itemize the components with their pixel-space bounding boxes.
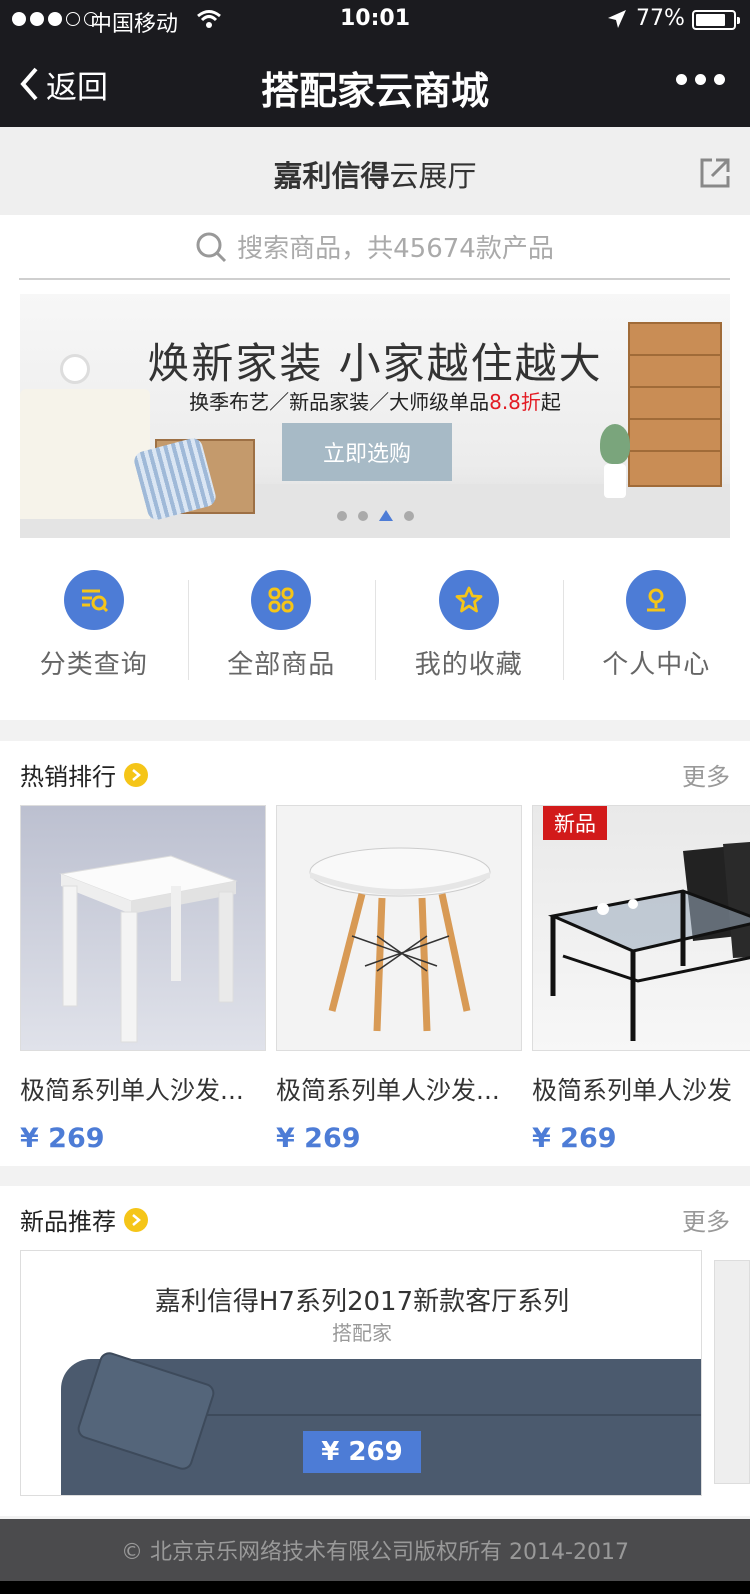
section-title: 新品推荐	[20, 1208, 116, 1236]
new-badge: 新品	[543, 806, 607, 840]
section-header: 热销排行	[20, 757, 148, 792]
page-title: 搭配家云商城	[260, 69, 489, 113]
product-price: ¥ 269	[20, 1123, 105, 1154]
search-input[interactable]: 搜索商品，共45674款产品	[19, 215, 730, 280]
battery-percent: 77%	[636, 6, 685, 31]
featured-product-price: ¥ 269	[303, 1431, 421, 1473]
chevron-right-icon[interactable]	[124, 762, 148, 787]
bottom-strip	[0, 1581, 750, 1594]
more-link[interactable]: 更多	[682, 1202, 730, 1237]
section-title: 热销排行	[20, 763, 116, 791]
share-icon[interactable]	[698, 156, 732, 190]
store-header: 嘉利信得云展厅	[0, 127, 750, 215]
banner-discount: 8.8折	[489, 390, 541, 414]
product-card[interactable]: 新品 极简系列单人沙发 ¥ 269	[532, 805, 750, 1154]
banner-plant-image	[600, 414, 630, 498]
product-image	[276, 805, 522, 1051]
quick-nav-profile[interactable]: 个人中心	[562, 570, 750, 688]
promo-banner[interactable]: 焕新家装 小家越住越大 换季布艺／新品家装／大师级单品8.8折起 立即选购	[20, 294, 730, 538]
product-image: 新品	[532, 805, 750, 1051]
user-icon	[626, 570, 687, 630]
section-header: 新品推荐	[20, 1202, 148, 1237]
quick-nav-label: 个人中心	[602, 650, 711, 680]
carousel-indicator	[20, 510, 730, 521]
grid-icon	[251, 570, 312, 630]
quick-nav-favorites[interactable]: 我的收藏	[375, 570, 563, 688]
banner-subtitle: 换季布艺／新品家装／大师级单品8.8折起	[20, 386, 730, 415]
quick-nav-label: 我的收藏	[414, 650, 523, 680]
product-name: 极简系列单人沙发...	[20, 1076, 244, 1105]
carousel-dot[interactable]	[403, 510, 414, 521]
product-price: ¥ 269	[532, 1123, 617, 1154]
quick-nav-label: 全部商品	[227, 650, 336, 680]
store-name: 嘉利信得云展厅	[0, 153, 750, 195]
top-bar: 中国移动 10:01 77% 返回 搭配家云商城	[0, 0, 750, 127]
product-card[interactable]: 极简系列单人沙发... ¥ 269	[276, 805, 522, 1154]
product-price: ¥ 269	[276, 1123, 361, 1154]
search-placeholder: 搜索商品，共45674款产品	[237, 234, 554, 264]
banner-subtitle-end: 起	[540, 390, 561, 414]
featured-product-card[interactable]: 嘉利信得H7系列2017新款客厅系列 搭配家 ¥ 269	[20, 1250, 702, 1496]
hot-products-section: 热销排行 更多 极简系列单人沙发... ¥ 269 极简系列单人沙发... ¥ …	[0, 741, 750, 1166]
footer-copyright: © 北京京乐网络技术有限公司版权所有 2014-2017	[0, 1519, 750, 1581]
search-icon	[196, 232, 227, 262]
store-name-suffix: 云展厅	[389, 159, 477, 193]
quick-nav-category[interactable]: 分类查询	[0, 570, 188, 688]
category-search-icon	[63, 570, 124, 630]
product-name: 极简系列单人沙发...	[276, 1076, 500, 1105]
product-name: 极简系列单人沙发	[532, 1076, 733, 1105]
chevron-right-icon[interactable]	[124, 1207, 148, 1232]
carousel-dot[interactable]	[357, 510, 368, 521]
store-name-brand: 嘉利信得	[273, 159, 390, 193]
carousel-dot-active[interactable]	[378, 510, 393, 521]
quick-nav-all-products[interactable]: 全部商品	[187, 570, 376, 688]
shop-now-button[interactable]: 立即选购	[282, 423, 452, 481]
more-link[interactable]: 更多	[682, 757, 730, 792]
quick-nav: 分类查询 全部商品 我的收藏 个人中心	[0, 570, 750, 688]
banner-subtitle-main: 换季布艺／新品家装／大师级单品	[189, 390, 490, 414]
product-card[interactable]: 极简系列单人沙发... ¥ 269	[20, 805, 266, 1154]
new-products-section: 新品推荐 更多 嘉利信得H7系列2017新款客厅系列 搭配家 ¥ 269	[0, 1186, 750, 1516]
location-arrow-icon	[608, 10, 626, 28]
more-menu-button[interactable]	[676, 74, 725, 85]
quick-nav-label: 分类查询	[39, 650, 148, 680]
star-icon	[438, 570, 499, 630]
status-bar: 中国移动 10:01 77%	[0, 0, 750, 40]
battery-icon	[692, 10, 740, 30]
featured-product-brand: 搭配家	[332, 1321, 392, 1345]
carousel-dot[interactable]	[336, 510, 347, 521]
featured-product-title: 嘉利信得H7系列2017新款客厅系列	[154, 1287, 570, 1317]
banner-headline: 焕新家装 小家越住越大	[147, 339, 603, 388]
product-image	[20, 805, 266, 1051]
next-card-peek[interactable]	[714, 1260, 750, 1484]
